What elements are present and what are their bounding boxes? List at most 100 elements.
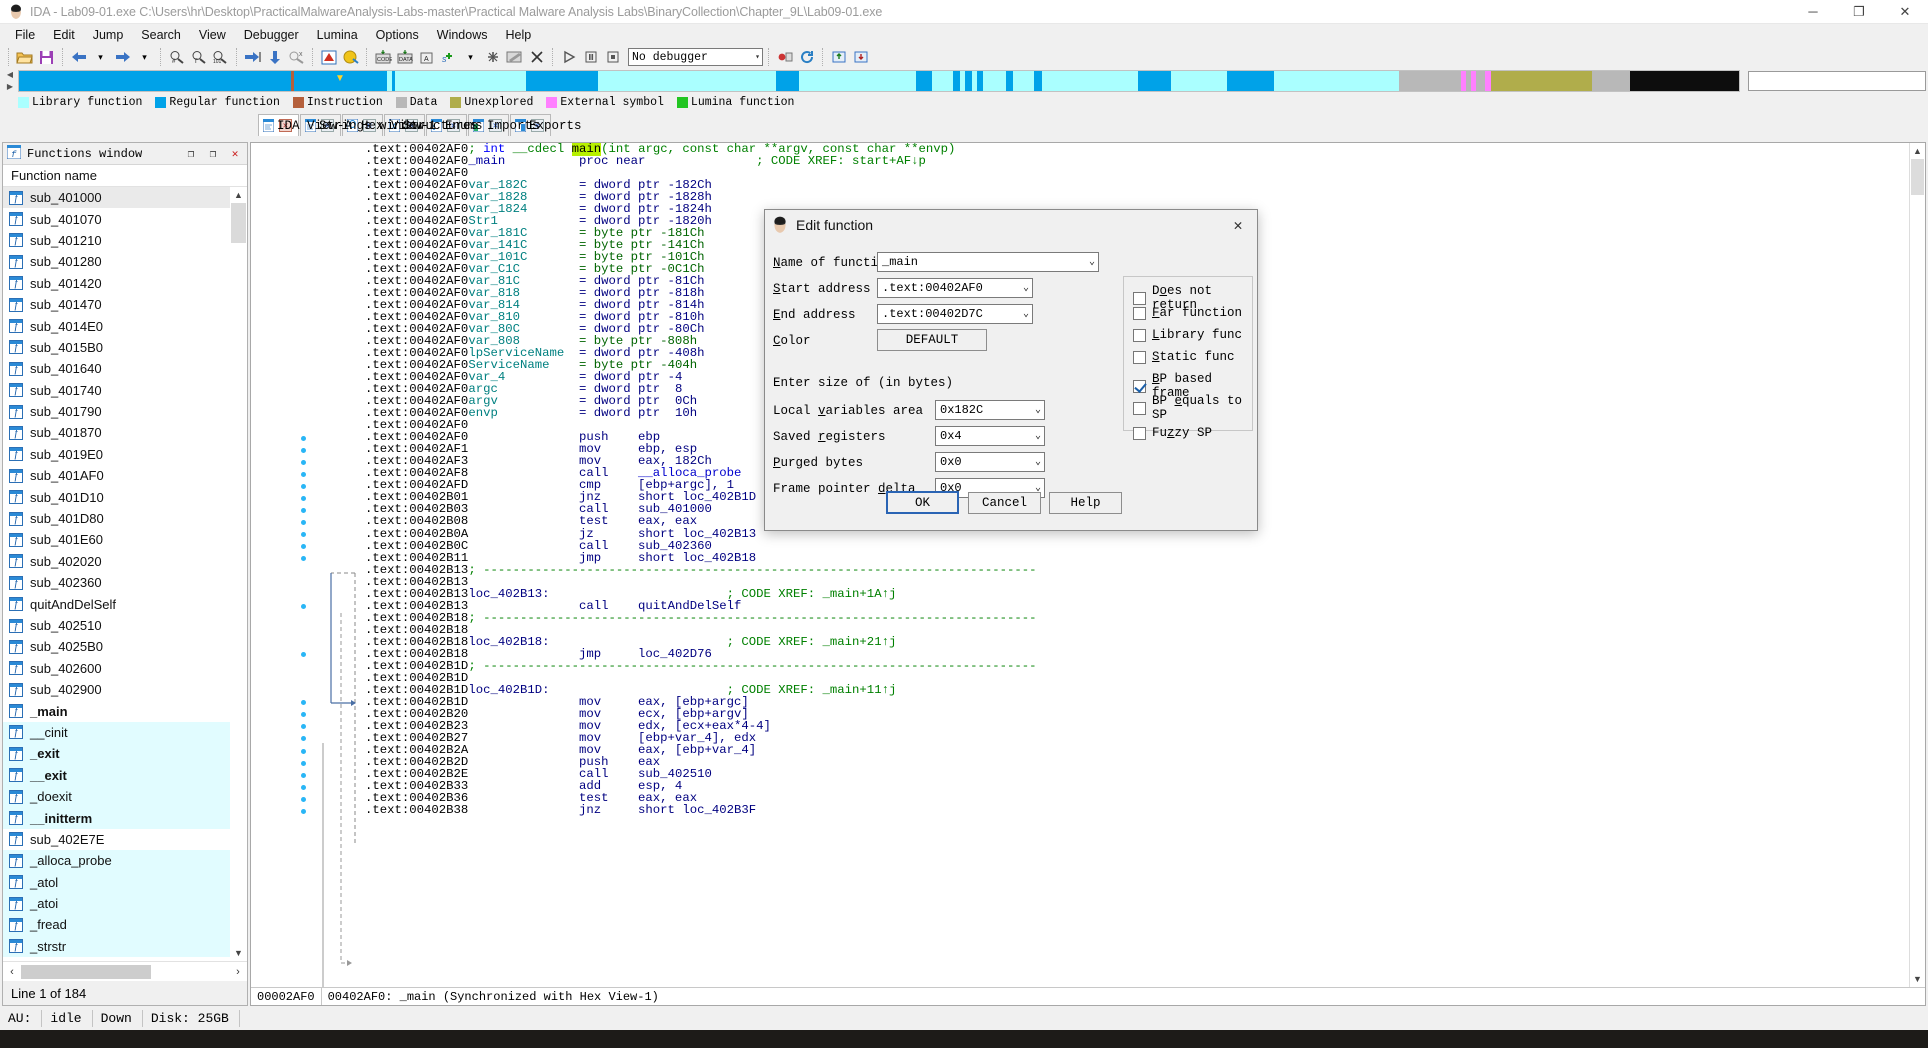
list-item[interactable]: f sub_401740: [3, 380, 247, 401]
functions-column-header[interactable]: Function name: [3, 165, 247, 187]
breakpoint-dot-icon[interactable]: [301, 736, 306, 742]
menu-item-edit[interactable]: Edit: [44, 26, 84, 44]
jump-xref-icon[interactable]: x: [286, 47, 307, 68]
menu-item-help[interactable]: Help: [496, 26, 540, 44]
functions-list[interactable]: ▲ ▼ f sub_401000 f sub_401070 f sub_401210 f su…: [3, 187, 247, 961]
menu-item-file[interactable]: File: [6, 26, 44, 44]
functions-window-restore-button[interactable]: ❐: [183, 146, 199, 162]
hscroll-right-arrow-icon[interactable]: ›: [229, 966, 247, 978]
undefine-icon[interactable]: [482, 47, 503, 68]
breakpoint-dot-icon[interactable]: [301, 435, 306, 441]
list-item[interactable]: f sub_401790: [3, 401, 247, 422]
breakpoint-dot-icon[interactable]: [301, 507, 306, 513]
purged-bytes-field[interactable]: 0x0 ⌄: [935, 452, 1045, 472]
list-item[interactable]: f sub_401D80: [3, 508, 247, 529]
cancel-button[interactable]: Cancel: [968, 492, 1041, 514]
chevron-down-icon[interactable]: ⌄: [1035, 430, 1041, 442]
list-item[interactable]: f __cinit: [3, 721, 247, 744]
list-item[interactable]: f sub_402360: [3, 572, 247, 593]
edit-function-dialog[interactable]: Edit function ✕ Name of function _main ⌄…: [764, 209, 1258, 531]
jump-to-icon[interactable]: [242, 47, 263, 68]
menu-item-search[interactable]: Search: [132, 26, 190, 44]
name-of-function-field[interactable]: _main ⌄: [877, 252, 1099, 272]
breakpoint-dot-icon[interactable]: [301, 556, 306, 562]
breakpoint-dot-icon[interactable]: [301, 483, 306, 489]
list-item[interactable]: f sub_401640: [3, 358, 247, 379]
search-binary-icon[interactable]: #: [166, 47, 187, 68]
list-item[interactable]: f sub_4025B0: [3, 636, 247, 657]
help-button[interactable]: Help: [1049, 492, 1122, 514]
list-item[interactable]: f _fread: [3, 914, 247, 936]
list-item[interactable]: f sub_401210: [3, 230, 247, 251]
menu-item-view[interactable]: View: [190, 26, 235, 44]
scroll-down-arrow-icon[interactable]: ▼: [230, 945, 247, 961]
breakpoint-dot-icon[interactable]: [301, 760, 306, 766]
menu-item-jump[interactable]: Jump: [84, 26, 133, 44]
lumina-push-icon[interactable]: [828, 47, 849, 68]
breakpoint-dot-icon[interactable]: [301, 712, 306, 718]
menu-item-options[interactable]: Options: [367, 26, 428, 44]
list-item[interactable]: f sub_401D10: [3, 486, 247, 507]
navband-scroll-arrows[interactable]: ◀ ▶: [2, 70, 18, 92]
list-item[interactable]: f sub_402020: [3, 551, 247, 572]
disasm-scroll-up-icon[interactable]: ▲: [1910, 143, 1925, 159]
pause-debugger-icon[interactable]: [580, 47, 601, 68]
breakpoint-list-icon[interactable]: [774, 47, 795, 68]
hscroll-thumb[interactable]: [21, 964, 151, 979]
breakpoint-dot-icon[interactable]: [301, 784, 306, 790]
list-item[interactable]: f quitAndDelSelf: [3, 593, 247, 614]
list-item[interactable]: fsub_4030E0: [3, 957, 247, 961]
back-dropdown-icon[interactable]: ▾: [90, 47, 111, 68]
list-item[interactable]: f sub_402E7E: [3, 829, 247, 850]
save-icon[interactable]: [36, 47, 57, 68]
tab-enums[interactable]: Enums ✕: [426, 114, 483, 136]
list-item[interactable]: f sub_401070: [3, 208, 247, 229]
navband-aux-field[interactable]: [1748, 71, 1926, 91]
tab-structures[interactable]: A Structures ✕: [384, 114, 478, 136]
list-item[interactable]: f sub_401AF0: [3, 465, 247, 486]
list-item[interactable]: f sub_401E60: [3, 529, 247, 550]
list-item[interactable]: f sub_401470: [3, 294, 247, 315]
list-item[interactable]: f sub_4019E0: [3, 444, 247, 465]
chevron-down-icon[interactable]: ⌄: [1035, 456, 1041, 468]
navband-left-arrow[interactable]: ◀: [7, 71, 13, 79]
disassembly-line[interactable]: .text:00402B18; ------------------------…: [365, 611, 1925, 623]
functions-list-vscrollbar[interactable]: ▲ ▼: [230, 187, 247, 961]
list-item[interactable]: f _doexit: [3, 785, 247, 808]
tab-ida-view-a[interactable]: IDA View-A ✕: [258, 114, 352, 136]
breakpoint-dot-icon[interactable]: [301, 471, 306, 477]
search-sequence-icon[interactable]: 101: [210, 47, 231, 68]
make-data-icon[interactable]: DATA: [394, 47, 415, 68]
run-debugger-icon[interactable]: [558, 47, 579, 68]
disassembly-line[interactable]: .text:00402B1D; ------------------------…: [365, 660, 1925, 672]
breakpoint-dot-icon[interactable]: [301, 519, 306, 525]
list-item[interactable]: f sub_402600: [3, 658, 247, 679]
maximize-button[interactable]: ❐: [1836, 0, 1882, 24]
local-variables-area-field[interactable]: 0x182C ⌄: [935, 400, 1045, 420]
delete-icon[interactable]: [526, 47, 547, 68]
breakpoint-dot-icon[interactable]: [301, 748, 306, 754]
far-function-checkbox[interactable]: Far function: [1133, 306, 1242, 320]
lumina-pull-icon[interactable]: [850, 47, 871, 68]
chevron-down-icon[interactable]: ⌄: [1089, 256, 1095, 268]
disasm-scroll-thumb[interactable]: [1911, 159, 1924, 195]
list-item[interactable]: f __initterm: [3, 807, 247, 829]
open-file-icon[interactable]: [14, 47, 35, 68]
disassembly-breakpoint-gutter[interactable]: [251, 143, 311, 987]
make-struct-icon[interactable]: s: [438, 47, 459, 68]
menu-item-windows[interactable]: Windows: [428, 26, 497, 44]
disassembly-vscrollbar[interactable]: ▲ ▼: [1909, 143, 1925, 987]
chevron-down-icon[interactable]: ⌄: [1023, 308, 1029, 320]
breakpoint-dot-icon[interactable]: [301, 772, 306, 778]
fuzzy-sp-checkbox[interactable]: Fuzzy SP: [1133, 426, 1212, 440]
breakpoint-dot-icon[interactable]: [301, 604, 306, 610]
functions-scroll-thumb[interactable]: [231, 203, 246, 243]
minimize-button[interactable]: ─: [1790, 0, 1836, 24]
breakpoint-dot-icon[interactable]: [301, 531, 306, 537]
navband-right-arrow[interactable]: ▶: [7, 83, 13, 91]
list-item[interactable]: f sub_401420: [3, 273, 247, 294]
start-address-field[interactable]: .text:00402AF0 ⌄: [877, 278, 1033, 298]
list-item[interactable]: f __exit: [3, 764, 247, 786]
edit-comment-icon[interactable]: [504, 47, 525, 68]
end-address-field[interactable]: .text:00402D7C ⌄: [877, 304, 1033, 324]
